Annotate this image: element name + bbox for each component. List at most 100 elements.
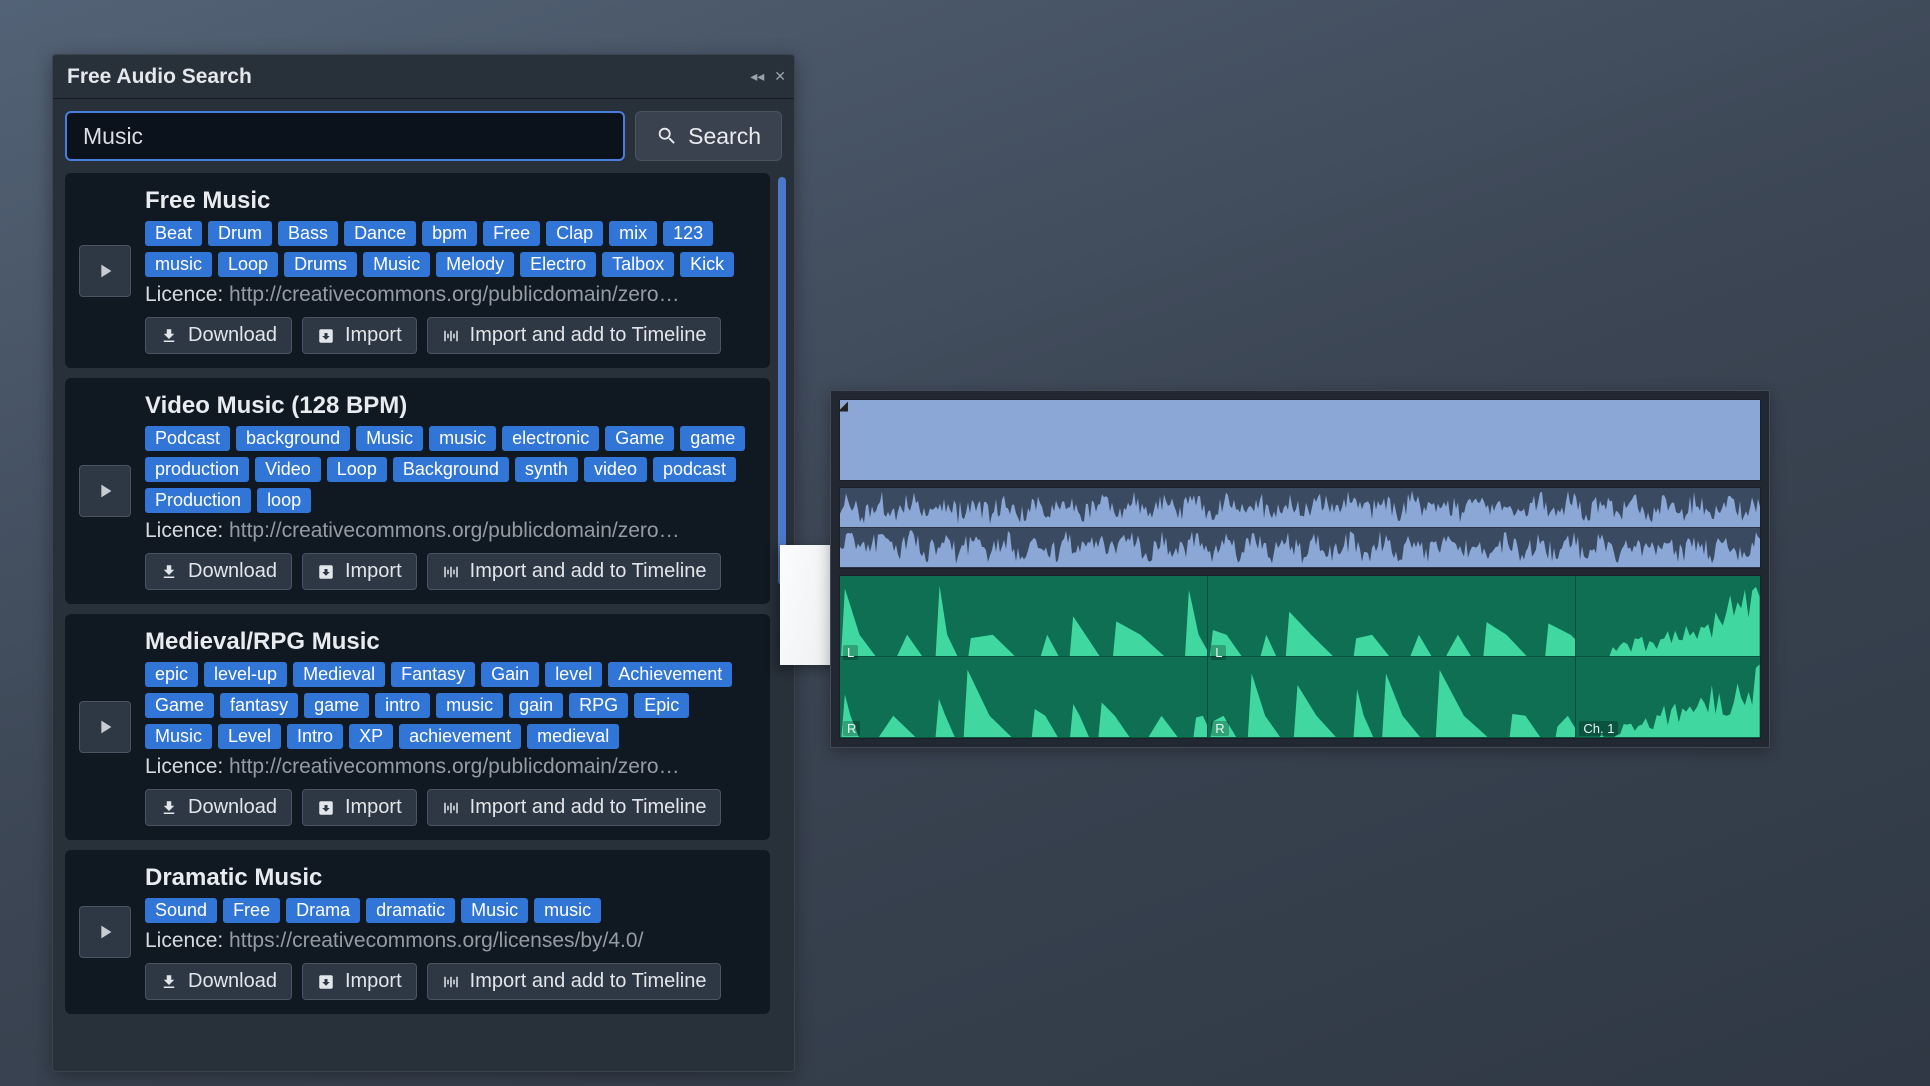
tag[interactable]: medieval	[527, 724, 619, 749]
tag[interactable]: Free	[223, 898, 280, 923]
licence-label: Licence:	[145, 755, 223, 778]
tag[interactable]: background	[236, 426, 350, 451]
tag[interactable]: achievement	[399, 724, 521, 749]
tag[interactable]: Achievement	[608, 662, 732, 687]
tag[interactable]: Music	[363, 252, 430, 277]
tag[interactable]: Beat	[145, 221, 202, 246]
tags-row: PodcastbackgroundMusicmusicelectronicGam…	[145, 426, 760, 513]
tag[interactable]: music	[145, 252, 212, 277]
tag[interactable]: Production	[145, 488, 251, 513]
panel-title: Free Audio Search	[67, 65, 252, 89]
tag[interactable]: mix	[609, 221, 657, 246]
tag[interactable]: Talbox	[602, 252, 674, 277]
video-track[interactable]	[839, 399, 1761, 481]
licence-value: http://creativecommons.org/publicdomain/…	[223, 519, 679, 542]
tag[interactable]: Podcast	[145, 426, 230, 451]
tag[interactable]: Bass	[278, 221, 338, 246]
import-button-label: Import	[345, 970, 402, 993]
tag[interactable]: Level	[218, 724, 281, 749]
download-button[interactable]: Download	[145, 789, 292, 826]
tag[interactable]: Drums	[284, 252, 357, 277]
tag[interactable]: bpm	[422, 221, 477, 246]
play-button[interactable]	[79, 906, 131, 958]
search-input[interactable]	[65, 111, 625, 161]
tag[interactable]: Intro	[287, 724, 343, 749]
tag[interactable]: Kick	[680, 252, 734, 277]
lane-label-L: L	[1211, 645, 1226, 660]
tag[interactable]: Drum	[208, 221, 272, 246]
download-button[interactable]: Download	[145, 317, 292, 354]
import-button[interactable]: Import	[302, 553, 417, 590]
tag[interactable]: intro	[375, 693, 430, 718]
tag[interactable]: Music	[145, 724, 212, 749]
tag[interactable]: Free	[483, 221, 540, 246]
timeline-panel: L R L R Ch. 1	[830, 390, 1770, 748]
import-timeline-button-label: Import and add to Timeline	[470, 796, 707, 819]
tag[interactable]: loop	[257, 488, 311, 513]
tag[interactable]: level	[545, 662, 602, 687]
result-title: Free Music	[145, 187, 760, 215]
download-button[interactable]: Download	[145, 553, 292, 590]
tags-row: SoundFreeDramadramaticMusicmusic	[145, 898, 760, 923]
audio-track[interactable]	[839, 487, 1761, 569]
tag[interactable]: Loop	[218, 252, 278, 277]
tag[interactable]: game	[304, 693, 369, 718]
tag[interactable]: Melody	[436, 252, 514, 277]
tag[interactable]: dramatic	[366, 898, 455, 923]
import-timeline-button[interactable]: Import and add to Timeline	[427, 317, 722, 354]
play-button[interactable]	[79, 465, 131, 517]
tag[interactable]: Music	[461, 898, 528, 923]
tag[interactable]: Epic	[634, 693, 689, 718]
download-button[interactable]: Download	[145, 963, 292, 1000]
import-timeline-button[interactable]: Import and add to Timeline	[427, 789, 722, 826]
tag[interactable]: Loop	[327, 457, 387, 482]
import-timeline-button[interactable]: Import and add to Timeline	[427, 963, 722, 1000]
result-title: Video Music (128 BPM)	[145, 392, 760, 420]
dock-icon[interactable]: ◂◂	[750, 68, 764, 85]
tag[interactable]: Dance	[344, 221, 416, 246]
tag[interactable]: Video	[255, 457, 321, 482]
tag[interactable]: Clap	[546, 221, 603, 246]
tag[interactable]: RPG	[569, 693, 628, 718]
result-card: Video Music (128 BPM) PodcastbackgroundMu…	[65, 378, 770, 604]
search-button[interactable]: Search	[635, 111, 782, 161]
tag[interactable]: Gain	[481, 662, 539, 687]
tag[interactable]: synth	[515, 457, 578, 482]
tag[interactable]: 123	[663, 221, 713, 246]
import-button[interactable]: Import	[302, 963, 417, 1000]
tag[interactable]: Electro	[520, 252, 596, 277]
tag[interactable]: video	[584, 457, 647, 482]
download-button-label: Download	[188, 324, 277, 347]
tag[interactable]: Background	[393, 457, 509, 482]
tag[interactable]: Fantasy	[391, 662, 475, 687]
tag[interactable]: Game	[605, 426, 674, 451]
close-icon[interactable]: ✕	[774, 68, 786, 85]
import-button[interactable]: Import	[302, 789, 417, 826]
tag[interactable]: level-up	[204, 662, 287, 687]
play-button[interactable]	[79, 701, 131, 753]
tag[interactable]: gain	[509, 693, 563, 718]
import-button-label: Import	[345, 324, 402, 347]
tag[interactable]: Medieval	[293, 662, 385, 687]
play-button[interactable]	[79, 245, 131, 297]
tag[interactable]: electronic	[502, 426, 599, 451]
import-timeline-button[interactable]: Import and add to Timeline	[427, 553, 722, 590]
music-track[interactable]: L R L R Ch. 1	[839, 575, 1761, 739]
tag[interactable]: podcast	[653, 457, 736, 482]
result-card: Free Music BeatDrumBassDancebpmFreeClapmi…	[65, 173, 770, 368]
tag[interactable]: Drama	[286, 898, 360, 923]
tag[interactable]: Game	[145, 693, 214, 718]
import-button[interactable]: Import	[302, 317, 417, 354]
tag[interactable]: music	[429, 426, 496, 451]
tag[interactable]: Sound	[145, 898, 217, 923]
actions-row: Download Import Import and add to Timeline	[145, 317, 760, 354]
tag[interactable]: production	[145, 457, 249, 482]
tag[interactable]: music	[534, 898, 601, 923]
tag[interactable]: game	[680, 426, 745, 451]
free-audio-search-panel: Free Audio Search ◂◂ ✕ Search Free Music…	[52, 54, 795, 1072]
tag[interactable]: fantasy	[220, 693, 298, 718]
tag[interactable]: music	[436, 693, 503, 718]
tag[interactable]: Music	[356, 426, 423, 451]
tag[interactable]: XP	[349, 724, 393, 749]
tag[interactable]: epic	[145, 662, 198, 687]
